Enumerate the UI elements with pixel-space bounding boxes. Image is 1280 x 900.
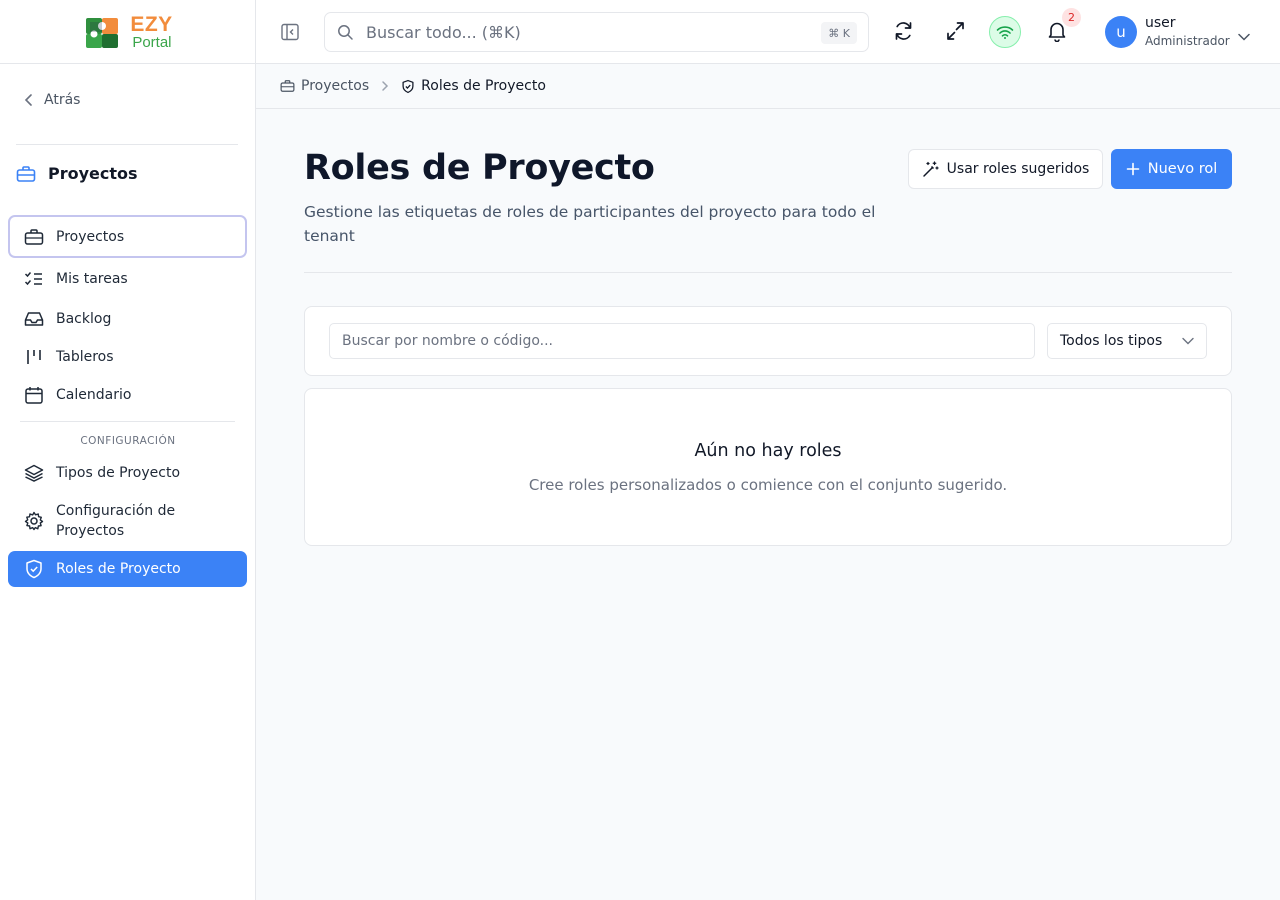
calendar-icon [25,387,43,404]
new-role-button[interactable]: Nuevo rol [1111,149,1232,189]
empty-state-description: Cree roles personalizados o comience con… [528,476,1008,494]
chevron-left-icon [24,94,32,106]
page-description: Gestione las etiquetas de roles de parti… [304,203,876,245]
sidebar-item-tableros[interactable]: Tableros [8,340,247,374]
shield-check-icon [402,79,414,93]
sidebar-item-proyectos[interactable]: Proyectos [8,215,247,258]
chevron-down-icon [1238,33,1250,41]
filter-bar: Buscar por nombre o código... Todos los … [304,306,1232,376]
sidebar-item-tipos-de-proyecto[interactable]: Tipos de Proyecto [8,456,247,490]
shield-check-icon [26,559,42,579]
puzzle-logo-icon [86,17,119,48]
briefcase-icon [16,165,36,182]
sidebar-item-label: Tableros [56,349,114,365]
empty-state: Aún no hay roles Cree roles personalizad… [304,388,1232,546]
sidebar-item-roles-de-proyecto[interactable]: Roles de Proyecto [8,551,247,587]
sidebar-divider [20,421,235,422]
chevron-right-icon [382,81,389,91]
logo-ezy-text: EZY [130,12,173,36]
search-icon [338,24,353,40]
sidebar-item-label: Proyectos [56,228,125,245]
type-filter-value: Todos los tipos [1060,333,1163,349]
sidebar-item-label: Calendario [56,387,132,403]
chevron-down-icon [1182,337,1194,345]
magic-wand-icon [922,160,939,177]
sidebar-item-backlog[interactable]: Backlog [8,302,247,336]
briefcase-icon [280,80,295,92]
breadcrumb-item-proyectos[interactable]: Proyectos [280,78,369,94]
breadcrumb-label: Roles de Proyecto [421,78,546,94]
sidebar-item-label: Backlog [56,311,112,327]
logo-portal-text: Portal [132,33,172,51]
notification-count-badge: 2 [1062,8,1081,27]
config-group-label: CONFIGURACIÓN [80,435,176,447]
connection-status-button[interactable] [989,16,1021,48]
back-label: Atrás [44,92,81,108]
search-shortcut-badge: ⌘ K [821,22,857,44]
plus-icon [1126,162,1140,176]
sidebar-section-title: Proyectos [16,164,138,183]
top-header: Buscar todo... (⌘K) ⌘ K 2 u user Adminis… [256,0,1280,64]
section-title-label: Proyectos [48,164,138,183]
user-menu-button[interactable] [1238,26,1250,45]
inbox-icon [24,312,44,326]
sidebar-item-mis-tareas[interactable]: Mis tareas [8,262,247,296]
search-placeholder: Buscar todo... (⌘K) [366,22,521,42]
refresh-button[interactable] [893,20,914,46]
role-search-input[interactable]: Buscar por nombre o código... [329,323,1035,359]
user-name: user [1145,15,1176,31]
fullscreen-button[interactable] [945,20,966,46]
avatar[interactable]: u [1105,16,1137,48]
breadcrumb: Proyectos Roles de Proyecto [256,64,1280,109]
sidebar-item-label: Roles de Proyecto [56,561,181,577]
breadcrumb-item-current: Roles de Proyecto [401,78,546,94]
sidebar-item-label: Tipos de Proyecto [56,465,181,481]
sidebar-item-label: Configuración de [56,503,176,519]
type-filter-select[interactable]: Todos los tipos [1047,323,1207,359]
sidebar: EZY Portal Atrás Proyectos Proyectos Mis… [0,0,256,900]
empty-state-title: Aún no hay roles [694,441,842,461]
refresh-icon [895,22,912,40]
list-checks-icon [24,272,42,286]
back-link[interactable]: Atrás [24,92,80,108]
use-suggested-roles-button[interactable]: Usar roles sugeridos [908,149,1103,189]
panel-collapse-icon [281,23,299,41]
expand-icon [947,22,964,40]
use-suggested-roles-label: Usar roles sugeridos [946,161,1090,177]
kanban-icon [27,350,41,364]
global-search-input[interactable]: Buscar todo... (⌘K) ⌘ K [324,12,869,52]
sidebar-item-configuracion-de-proyectos[interactable]: Configuración de Proyectos [8,497,247,545]
content-divider [304,272,1232,273]
sidebar-item-label-line2: Proyectos [56,523,125,539]
wifi-icon [996,26,1014,39]
sidebar-collapse-button[interactable] [280,22,300,46]
breadcrumb-label: Proyectos [301,78,370,94]
layers-icon [24,464,44,482]
sidebar-item-label: Mis tareas [56,271,128,287]
role-search-placeholder: Buscar por nombre o código... [342,333,553,349]
new-role-label: Nuevo rol [1147,161,1218,177]
page-title: Roles de Proyecto [304,148,655,188]
user-role: Administrador [1145,34,1230,48]
sidebar-item-calendario[interactable]: Calendario [8,378,247,412]
briefcase-icon [24,228,44,245]
logo[interactable]: EZY Portal [0,0,255,64]
sidebar-divider [16,144,238,145]
gear-icon [24,511,44,531]
